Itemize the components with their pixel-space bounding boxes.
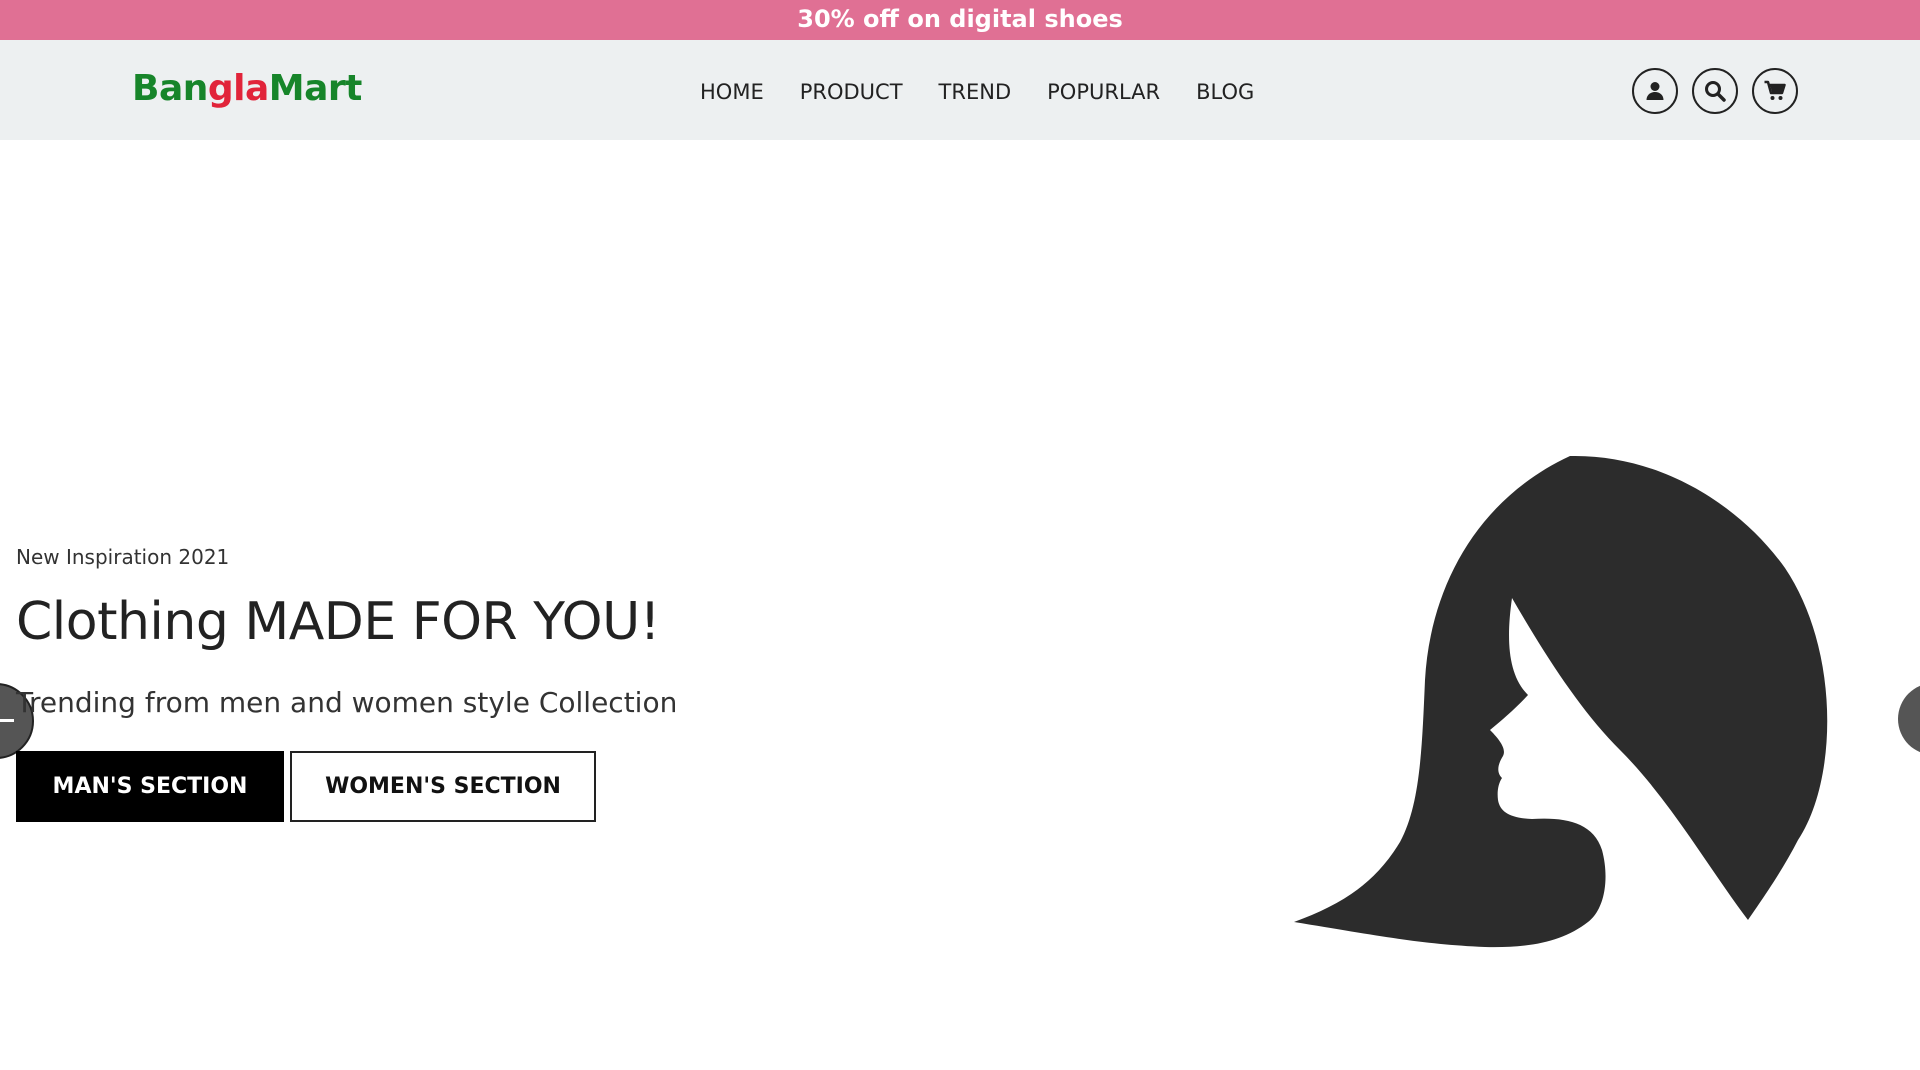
nav-blog[interactable]: BLOG bbox=[1196, 74, 1254, 110]
cart-button[interactable] bbox=[1752, 68, 1798, 114]
nav-product[interactable]: PRODUCT bbox=[800, 74, 903, 110]
mans-section-label: MAN'S SECTION bbox=[52, 774, 248, 799]
user-icon bbox=[1646, 82, 1664, 100]
hero-description: Trending from men and women style Collec… bbox=[16, 686, 678, 719]
logo-part-1: Ban bbox=[132, 68, 208, 109]
woman-silhouette-illustration bbox=[1294, 455, 1828, 948]
search-icon bbox=[1705, 81, 1726, 102]
nav-home[interactable]: HOME bbox=[700, 74, 764, 110]
logo[interactable]: BanglaMart bbox=[132, 68, 362, 110]
nav-popular[interactable]: POPURLAR bbox=[1047, 74, 1160, 110]
promo-text: 30% off on digital shoes bbox=[797, 5, 1123, 33]
womens-section-label: WOMEN'S SECTION bbox=[325, 774, 561, 799]
hero-subtitle: New Inspiration 2021 bbox=[16, 545, 230, 569]
prev-arrow-icon bbox=[0, 719, 14, 722]
user-button[interactable] bbox=[1632, 68, 1678, 114]
nav-trend[interactable]: TREND bbox=[939, 74, 1012, 110]
header-icons bbox=[1632, 68, 1812, 114]
hero-title: Clothing MADE FOR YOU! bbox=[16, 592, 660, 652]
cart-icon bbox=[1764, 80, 1786, 100]
carousel-next-button[interactable] bbox=[1898, 683, 1920, 755]
logo-part-2: gla bbox=[207, 68, 269, 109]
mans-section-button[interactable]: MAN'S SECTION bbox=[16, 751, 284, 822]
main-nav: HOME PRODUCT TREND POPURLAR BLOG bbox=[700, 74, 1290, 110]
womens-section-button[interactable]: WOMEN'S SECTION bbox=[290, 751, 596, 822]
promo-bar: 30% off on digital shoes bbox=[0, 0, 1920, 40]
logo-part-3: Mart bbox=[268, 68, 363, 109]
search-button[interactable] bbox=[1692, 68, 1738, 114]
header: BanglaMart HOME PRODUCT TREND POPURLAR B… bbox=[0, 40, 1920, 140]
